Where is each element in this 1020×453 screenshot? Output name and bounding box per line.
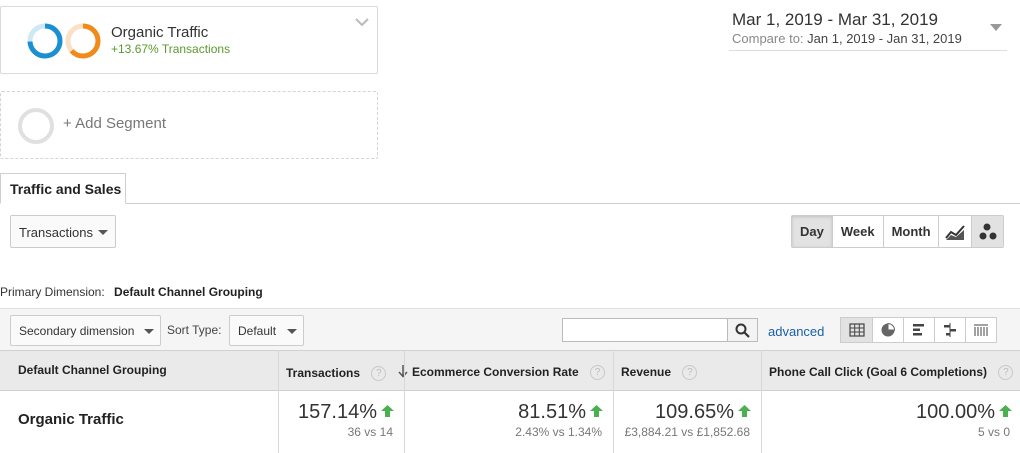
up-arrow-icon	[999, 405, 1012, 417]
empty-segment-ring-icon	[18, 108, 54, 144]
conversion-change-value: 81.51%	[518, 401, 586, 423]
caret-down-icon	[144, 329, 154, 334]
goal-comparison: 5 vs 0	[977, 425, 1010, 439]
transactions-change: 157.14%	[298, 401, 394, 424]
tab-divider	[0, 203, 1020, 204]
date-dropdown-caret-icon[interactable]	[990, 24, 1002, 31]
add-segment-button[interactable]: + Add Segment	[0, 91, 378, 159]
row-label-organic-traffic[interactable]: Organic Traffic	[18, 411, 124, 428]
add-segment-label: + Add Segment	[63, 115, 166, 132]
conversion-comparison: 2.43% vs 1.34%	[515, 425, 602, 439]
goal-change: 100.00%	[916, 401, 1012, 424]
comparison-view-icon	[944, 323, 956, 337]
advanced-filter-link[interactable]: advanced	[768, 324, 824, 339]
header-goal-label: Phone Call Click (Goal 6 Completions)	[769, 365, 988, 379]
segment-card[interactable]: Organic Traffic +13.67% Transactions	[0, 6, 378, 74]
compare-label: Compare to:	[732, 31, 804, 46]
chart-type-toggle	[938, 215, 1004, 248]
up-arrow-icon	[590, 405, 603, 417]
secondary-dimension-select[interactable]: Secondary dimension	[10, 315, 161, 346]
caret-down-icon	[287, 329, 297, 334]
header-ecommerce-conversion-rate[interactable]: Ecommerce Conversion Rate ?	[412, 351, 606, 391]
pivot-view-icon	[974, 324, 988, 336]
motion-chart-icon	[979, 223, 996, 239]
help-icon[interactable]: ?	[371, 366, 387, 381]
header-phone-call-click[interactable]: Phone Call Click (Goal 6 Completions) ?	[769, 351, 1014, 391]
header-transactions[interactable]: Transactions ?	[286, 351, 408, 391]
primary-dimension-label: Primary Dimension:	[0, 285, 105, 299]
week-button[interactable]: Week	[832, 216, 884, 247]
chevron-down-icon[interactable]	[353, 15, 371, 29]
pie-view-button[interactable]	[872, 318, 903, 342]
date-range[interactable]: Mar 1, 2019 - Mar 31, 2019	[732, 10, 938, 30]
line-chart-icon	[945, 224, 965, 240]
sort-descending-icon	[398, 365, 408, 378]
header-transactions-label: Transactions	[286, 366, 361, 380]
table-view-toggle	[840, 317, 997, 343]
secondary-dimension-label: Secondary dimension	[19, 324, 135, 338]
up-arrow-icon	[738, 405, 751, 417]
column-divider	[761, 350, 762, 453]
revenue-change-value: 109.65%	[655, 401, 734, 423]
day-button[interactable]: Day	[792, 216, 833, 247]
revenue-change: 109.65%	[655, 401, 751, 424]
help-icon[interactable]: ?	[998, 365, 1014, 380]
transactions-change-value: 157.14%	[298, 401, 377, 423]
sort-type-select[interactable]: Default	[229, 315, 304, 346]
compare-dates: Jan 1, 2019 - Jan 31, 2019	[807, 31, 962, 46]
period-toggle: Day Week Month	[791, 215, 940, 248]
search-icon	[735, 323, 750, 338]
sort-type-value: Default	[238, 324, 277, 338]
header-revenue-label: Revenue	[621, 365, 672, 379]
segment-rings-icon	[27, 23, 101, 59]
help-icon[interactable]: ?	[590, 365, 606, 380]
pie-view-icon	[881, 322, 896, 337]
table-search-input[interactable]	[562, 318, 728, 342]
pivot-view-button[interactable]	[965, 318, 996, 342]
sort-type-label: Sort Type:	[167, 323, 222, 337]
column-divider	[613, 350, 614, 453]
table-view-button[interactable]	[841, 318, 872, 342]
help-icon[interactable]: ?	[682, 365, 698, 380]
segment-change: +13.67% Transactions	[111, 42, 231, 56]
up-arrow-icon	[381, 405, 394, 417]
comparison-view-button[interactable]	[934, 318, 965, 342]
table-toolbar: Secondary dimension Sort Type: Default a…	[0, 308, 1020, 350]
motion-chart-button[interactable]	[971, 216, 1003, 247]
primary-dimension-value[interactable]: Default Channel Grouping	[114, 285, 263, 299]
month-button[interactable]: Month	[883, 216, 939, 247]
table-header: Default Channel Grouping Transactions ? …	[0, 350, 1020, 391]
date-range-divider	[729, 50, 1007, 51]
metric-selector-value: Transactions	[19, 225, 93, 240]
header-default-channel-grouping[interactable]: Default Channel Grouping	[18, 349, 167, 389]
column-divider	[404, 350, 405, 453]
primary-dimension: Primary Dimension: Default Channel Group…	[0, 285, 263, 299]
caret-down-icon	[98, 230, 108, 235]
performance-view-button[interactable]	[903, 318, 934, 342]
search-button[interactable]	[727, 318, 758, 342]
column-divider	[278, 350, 279, 453]
transactions-comparison: 36 vs 14	[347, 425, 393, 439]
header-conversion-label: Ecommerce Conversion Rate	[412, 365, 579, 379]
table-view-icon	[848, 323, 865, 337]
conversion-change: 81.51%	[518, 401, 603, 424]
metric-selector[interactable]: Transactions	[10, 215, 116, 248]
performance-view-icon	[913, 324, 924, 336]
tab-traffic-and-sales[interactable]: Traffic and Sales	[0, 173, 126, 204]
revenue-comparison: £3,884.21 vs £1,852.68	[624, 425, 750, 439]
goal-change-value: 100.00%	[916, 401, 995, 423]
segment-name: Organic Traffic	[111, 24, 209, 41]
compare-range[interactable]: Compare to: Jan 1, 2019 - Jan 31, 2019	[732, 31, 962, 46]
header-revenue[interactable]: Revenue ?	[621, 351, 698, 391]
line-chart-button[interactable]	[939, 216, 971, 247]
